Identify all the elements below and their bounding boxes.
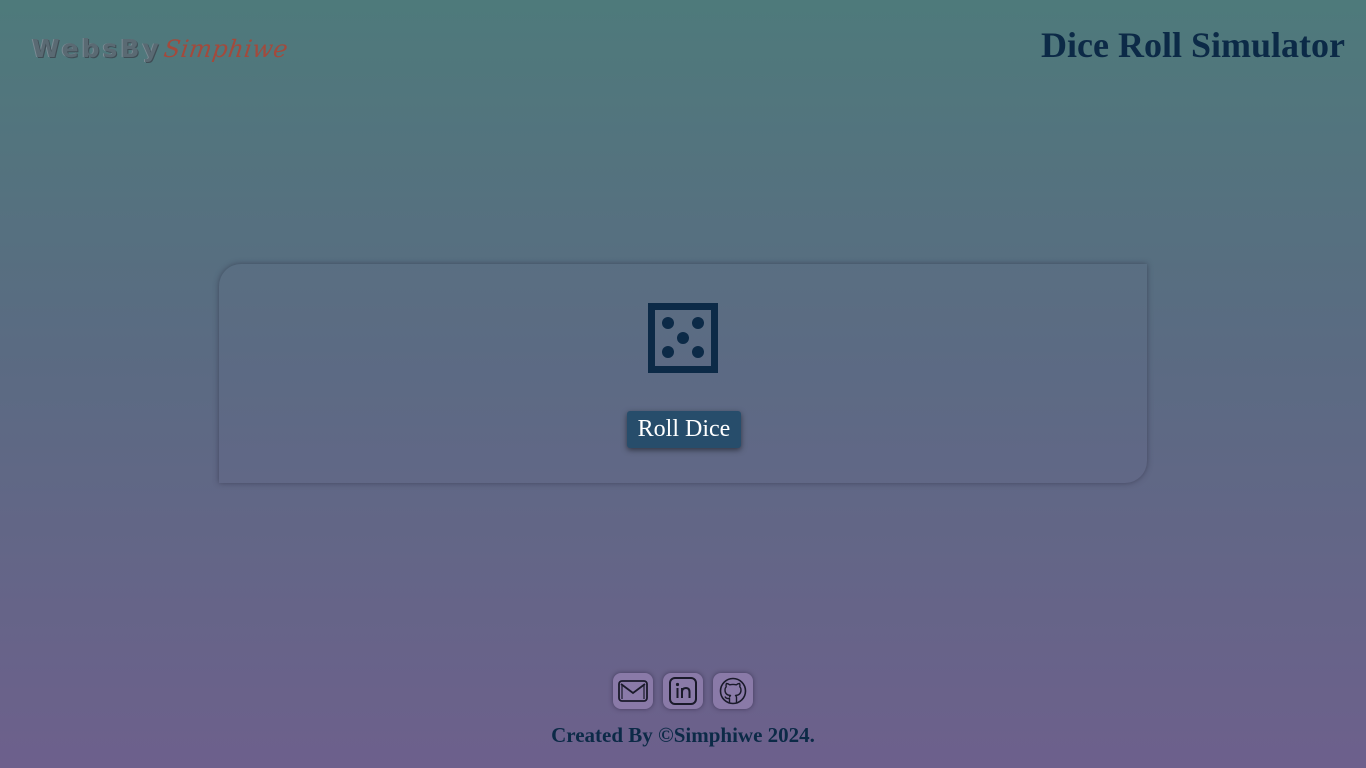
page-title: Dice Roll Simulator — [1041, 25, 1345, 65]
site-logo[interactable]: WebsBy Simphiwe — [32, 34, 290, 74]
mail-link[interactable] — [613, 673, 653, 709]
github-link[interactable] — [713, 673, 753, 709]
linkedin-link[interactable] — [663, 673, 703, 709]
dice-five-icon — [648, 303, 718, 373]
github-icon — [719, 677, 747, 705]
logo-text-websby: WebsBy — [32, 34, 162, 63]
footer-copyright: Created By ©Simphiwe 2024. — [551, 723, 815, 747]
logo-text-simphiwe: Simphiwe — [161, 35, 290, 63]
mail-icon — [618, 680, 648, 702]
dice-card: Roll Dice — [219, 264, 1147, 483]
linkedin-icon — [669, 677, 697, 705]
roll-dice-button[interactable]: Roll Dice — [627, 411, 741, 448]
social-links — [613, 673, 753, 709]
